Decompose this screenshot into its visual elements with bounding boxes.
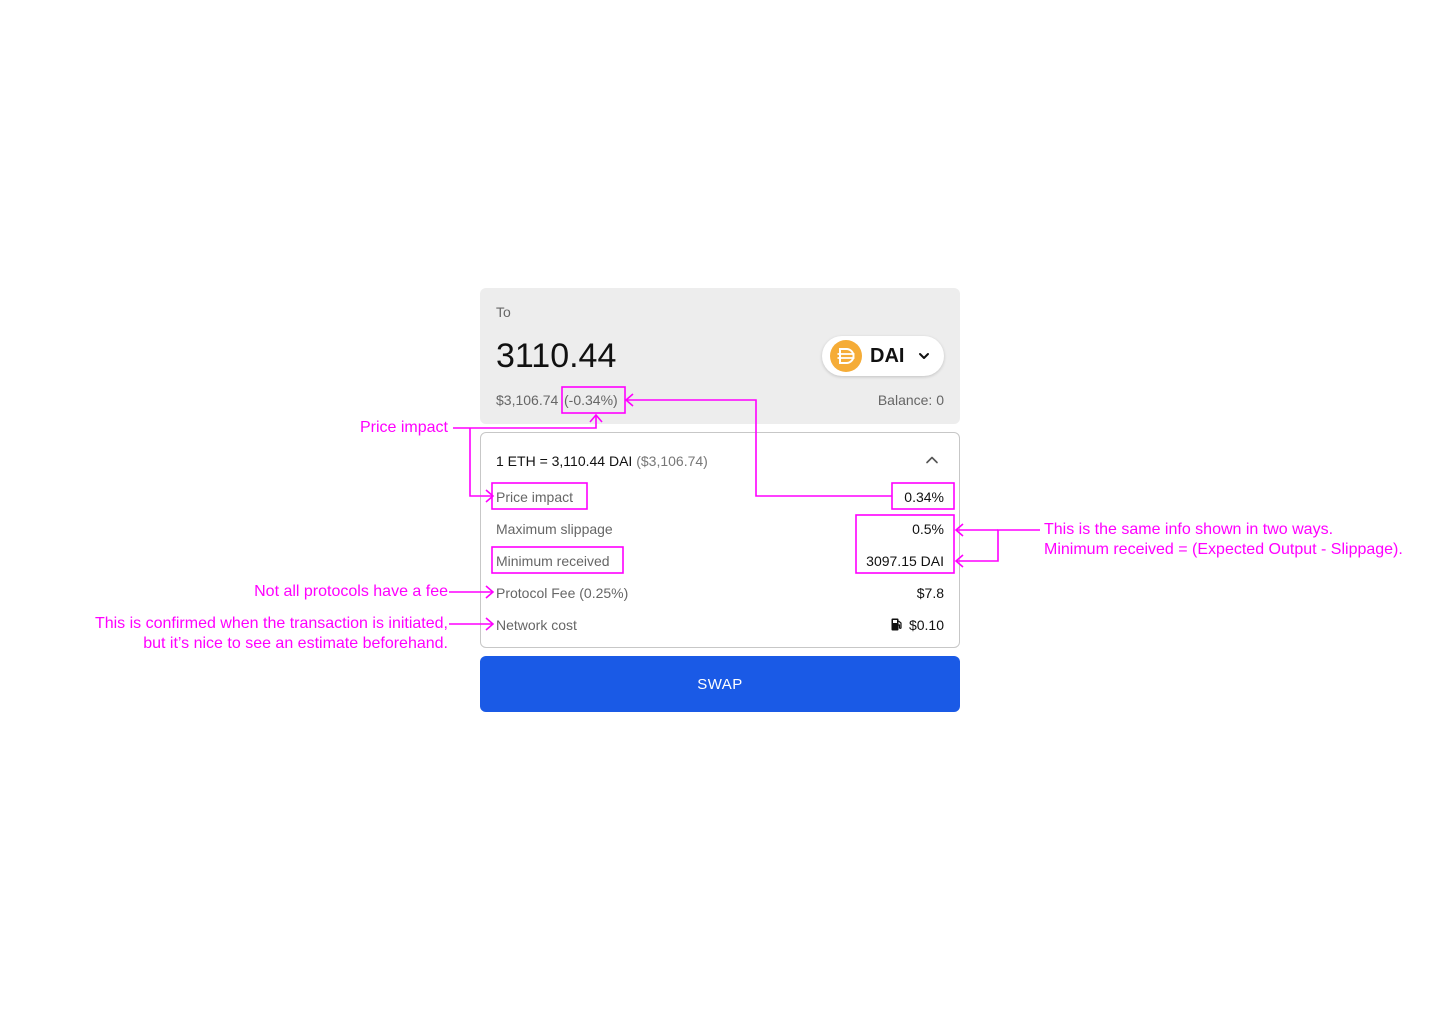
annotation-same-info-line2: Minimum received = (Expected Output - Sl… xyxy=(1044,541,1403,558)
price-change: (-0.34%) xyxy=(564,392,618,408)
swap-button[interactable]: SWAP xyxy=(480,656,960,712)
exchange-rate[interactable]: 1 ETH = 3,110.44 DAI ($3,106.74) xyxy=(496,453,708,469)
token-symbol: DAI xyxy=(870,345,905,367)
protocol-fee-label: Protocol Fee (0.25%) xyxy=(496,585,629,601)
annotation-same-info-line1: This is the same info shown in two ways. xyxy=(1044,521,1334,538)
to-amount-input[interactable]: 3110.44 xyxy=(496,336,616,376)
token-select-button[interactable]: DAI xyxy=(822,336,944,376)
chevron-down-icon xyxy=(919,353,929,359)
min-received-value: 3097.15 DAI xyxy=(866,553,944,569)
to-panel: To 3110.44 DAI $3,106.74 (-0.34%) Balanc… xyxy=(480,288,960,424)
usd-value: $3,106.74 xyxy=(496,392,559,408)
exchange-rate-usd: ($3,106.74) xyxy=(636,453,708,469)
annotation-network-note-line1: This is confirmed when the transaction i… xyxy=(94,615,448,632)
min-received-label: Minimum received xyxy=(496,553,610,569)
swap-page: To 3110.44 DAI $3,106.74 (-0.34%) Balanc… xyxy=(0,0,1440,1024)
annotation-price-impact: Price impact xyxy=(359,419,448,436)
swap-details-panel: 1 ETH = 3,110.44 DAI ($3,106.74) Price i… xyxy=(480,432,960,648)
max-slippage-value: 0.5% xyxy=(912,521,944,537)
exchange-rate-text: 1 ETH = 3,110.44 DAI xyxy=(496,453,633,469)
balance-label: Balance: 0 xyxy=(877,392,944,408)
dai-logo-icon xyxy=(830,340,862,372)
gas-pump-icon xyxy=(891,618,902,631)
protocol-fee-value: $7.8 xyxy=(916,585,944,601)
network-cost-label: Network cost xyxy=(496,617,577,633)
price-impact-value: 0.34% xyxy=(904,489,944,505)
connector-same-info xyxy=(956,529,1040,562)
annotation-fee-note: Not all protocols have a fee xyxy=(254,583,448,600)
to-label: To xyxy=(496,304,511,320)
annotation-network-note-line2: but it’s nice to see an estimate beforeh… xyxy=(143,635,448,652)
chevron-up-icon[interactable] xyxy=(925,454,939,466)
price-impact-label: Price impact xyxy=(496,489,574,505)
network-cost-value: $0.10 xyxy=(891,617,944,633)
network-cost-amount: $0.10 xyxy=(908,617,944,633)
max-slippage-label: Maximum slippage xyxy=(496,521,613,537)
